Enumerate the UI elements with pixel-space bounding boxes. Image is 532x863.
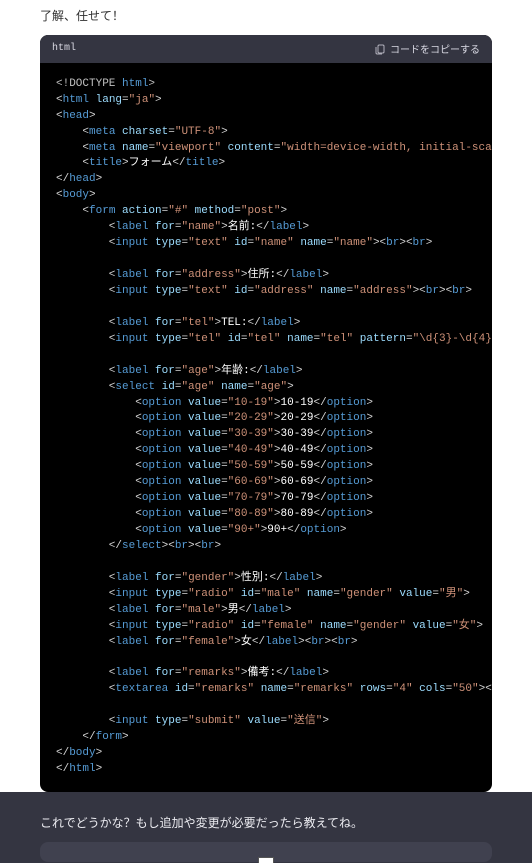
code-content[interactable]: <!DOCTYPE html> <html lang="ja"> <head> … — [40, 63, 492, 792]
code-language-label: html — [52, 43, 76, 54]
assistant-intro-line: 了解、任せて！ — [0, 0, 532, 35]
text-cursor-indicator — [258, 857, 274, 863]
clipboard-icon — [374, 43, 386, 55]
copy-code-label: コードをコピーする — [390, 41, 480, 57]
code-header: html コードをコピーする — [40, 35, 492, 63]
assistant-reply-text: これでどうかな？もし追加や変更が必要だったら教えてね。 — [0, 814, 532, 842]
code-block: html コードをコピーする <!DOCTYPE html> <html lan… — [40, 35, 492, 792]
copy-code-button[interactable]: コードをコピーする — [374, 41, 480, 57]
chat-input-area — [40, 842, 492, 862]
